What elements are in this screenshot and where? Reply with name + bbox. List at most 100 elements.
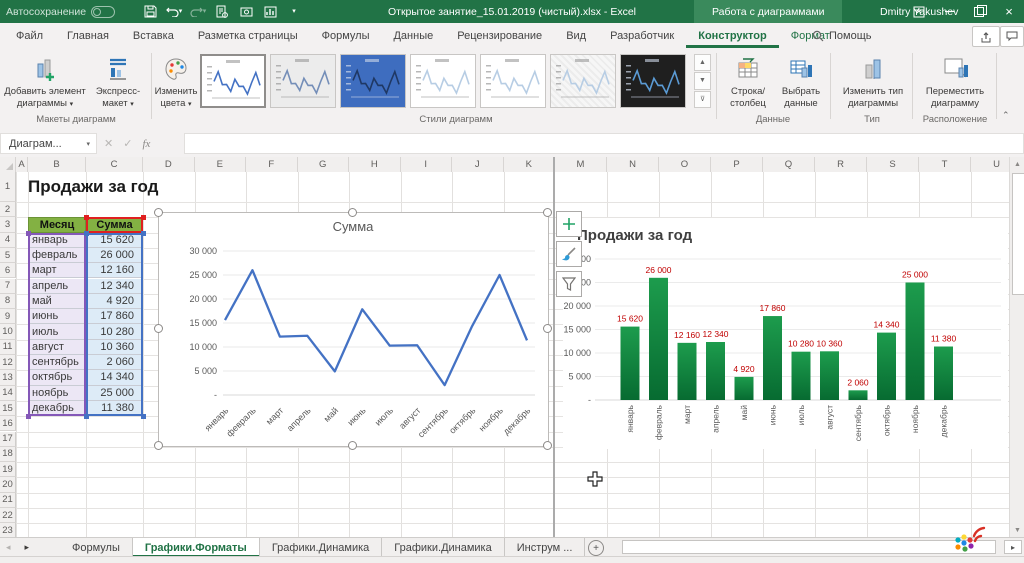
row-header-14[interactable]: 14: [0, 386, 16, 401]
column-header-G[interactable]: G: [298, 157, 350, 172]
collapse-ribbon-icon[interactable]: ⌃: [1002, 110, 1010, 121]
range-handle[interactable]: [141, 414, 146, 419]
column-header-P[interactable]: P: [711, 157, 763, 172]
table-header-sum[interactable]: Сумма: [86, 217, 143, 232]
range-handle[interactable]: [84, 231, 89, 236]
cancel-icon[interactable]: ✕: [104, 137, 113, 150]
row-header-13[interactable]: 13: [0, 370, 16, 385]
column-header-M[interactable]: M: [555, 157, 607, 172]
column-header-O[interactable]: O: [659, 157, 711, 172]
row-header-17[interactable]: 17: [0, 432, 16, 447]
table-cell-month[interactable]: февраль: [28, 248, 86, 263]
table-cell-value[interactable]: 26 000: [86, 248, 143, 263]
customize-qat-caret-icon[interactable]: ▾: [284, 2, 304, 22]
pane-split-divider[interactable]: [553, 157, 555, 537]
table-cell-month[interactable]: июнь: [28, 309, 86, 324]
table-header-month[interactable]: Месяц: [28, 217, 86, 232]
column-header-B[interactable]: B: [28, 157, 86, 172]
column-header-N[interactable]: N: [607, 157, 659, 172]
row-header-7[interactable]: 7: [0, 279, 16, 294]
chart-styles-button[interactable]: [556, 241, 582, 267]
worksheet-grid[interactable]: 1234567891011121314151617181920212223 Пр…: [0, 172, 1024, 537]
sheet-tab-Графики.Динамика[interactable]: Графики.Динамика: [382, 538, 504, 557]
formula-input[interactable]: [184, 133, 1024, 154]
column-header-A[interactable]: A: [16, 157, 28, 172]
column-header-S[interactable]: S: [867, 157, 919, 172]
name-box[interactable]: Диаграм... ▾: [0, 133, 97, 154]
table-cell-value[interactable]: 12 160: [86, 263, 143, 278]
selection-handle[interactable]: [543, 324, 552, 333]
autosave-toggle[interactable]: [91, 6, 115, 18]
column-header-E[interactable]: E: [195, 157, 247, 172]
print-preview-icon[interactable]: [212, 2, 232, 22]
change-colors-button[interactable]: Изменить цвета ▾: [154, 51, 198, 125]
selection-handle[interactable]: [348, 208, 357, 217]
table-cell-value[interactable]: 11 380: [86, 401, 143, 416]
scroll-down-icon[interactable]: ▼: [1010, 523, 1024, 537]
ribbon-tab-Формулы[interactable]: Формулы: [310, 23, 382, 48]
row-header-16[interactable]: 16: [0, 416, 16, 431]
row-header-22[interactable]: 22: [0, 508, 16, 523]
row-header-20[interactable]: 20: [0, 477, 16, 492]
table-cell-month[interactable]: август: [28, 340, 86, 355]
column-header-K[interactable]: K: [504, 157, 556, 172]
gallery-up-icon[interactable]: ▲: [694, 54, 711, 71]
table-cell-month[interactable]: октябрь: [28, 370, 86, 385]
range-handle[interactable]: [84, 215, 89, 220]
chart-style-thumbnail-6[interactable]: [550, 54, 616, 108]
chart-style-thumbnail-1[interactable]: [200, 54, 266, 108]
next-sheet-icon[interactable]: ▸: [25, 542, 30, 553]
row-header-12[interactable]: 12: [0, 355, 16, 370]
selection-handle[interactable]: [543, 441, 552, 450]
ribbon-tab-Рецензирование[interactable]: Рецензирование: [445, 23, 554, 48]
vertical-scrollbar[interactable]: ▲ ▼: [1009, 157, 1024, 537]
autosave-control[interactable]: Автосохранение: [6, 0, 115, 23]
table-cell-value[interactable]: 25 000: [86, 386, 143, 401]
row-header-5[interactable]: 5: [0, 248, 16, 263]
column-header-F[interactable]: F: [246, 157, 298, 172]
horizontal-scroll-thumb[interactable]: [622, 540, 996, 554]
table-cell-month[interactable]: май: [28, 294, 86, 309]
share-button[interactable]: [972, 26, 1000, 47]
row-header-2[interactable]: 2: [0, 202, 16, 217]
select-all-corner[interactable]: [0, 157, 16, 172]
ribbon-tab-Главная[interactable]: Главная: [55, 23, 121, 48]
selection-handle[interactable]: [154, 208, 163, 217]
ribbon-tab-Файл[interactable]: Файл: [4, 23, 55, 48]
row-header-21[interactable]: 21: [0, 493, 16, 508]
column-header-T[interactable]: T: [919, 157, 971, 172]
chart-filters-button[interactable]: [556, 271, 582, 297]
row-header-9[interactable]: 9: [0, 309, 16, 324]
sheet-tab-Инструм ...[interactable]: Инструм ...: [505, 538, 586, 557]
sheet-tab-Графики.Форматы[interactable]: Графики.Форматы: [133, 538, 260, 557]
selection-handle[interactable]: [154, 441, 163, 450]
selection-handle[interactable]: [348, 441, 357, 450]
table-cell-value[interactable]: 15 620: [86, 233, 143, 248]
range-handle[interactable]: [141, 231, 146, 236]
comments-button[interactable]: [1000, 26, 1024, 47]
ribbon-tab-Вид[interactable]: Вид: [554, 23, 598, 48]
row-header-6[interactable]: 6: [0, 263, 16, 278]
column-header-J[interactable]: J: [452, 157, 504, 172]
table-cell-month[interactable]: март: [28, 263, 86, 278]
ribbon-display-options-icon[interactable]: [904, 0, 934, 23]
fx-icon[interactable]: fx: [142, 138, 150, 150]
table-cell-value[interactable]: 4 920: [86, 294, 143, 309]
range-handle[interactable]: [141, 215, 146, 220]
gallery-more-icon[interactable]: ⊽: [694, 91, 711, 108]
chart-style-thumbnail-7[interactable]: [620, 54, 686, 108]
table-cell-value[interactable]: 2 060: [86, 355, 143, 370]
ribbon-tab-Вставка[interactable]: Вставка: [121, 23, 186, 48]
selection-handle[interactable]: [154, 324, 163, 333]
column-header-H[interactable]: H: [349, 157, 401, 172]
column-header-D[interactable]: D: [143, 157, 195, 172]
chart-style-thumbnail-2[interactable]: [270, 54, 336, 108]
row-header-10[interactable]: 10: [0, 324, 16, 339]
table-cell-value[interactable]: 14 340: [86, 370, 143, 385]
table-cell-value[interactable]: 12 340: [86, 279, 143, 294]
row-header-8[interactable]: 8: [0, 294, 16, 309]
ribbon-tab-Конструктор[interactable]: Конструктор: [686, 23, 778, 48]
row-header-1[interactable]: 1: [0, 172, 16, 202]
chart-icon[interactable]: [260, 2, 280, 22]
bar-chart[interactable]: -5 00010 00015 00020 00025 00030 000Прод…: [563, 218, 1008, 449]
